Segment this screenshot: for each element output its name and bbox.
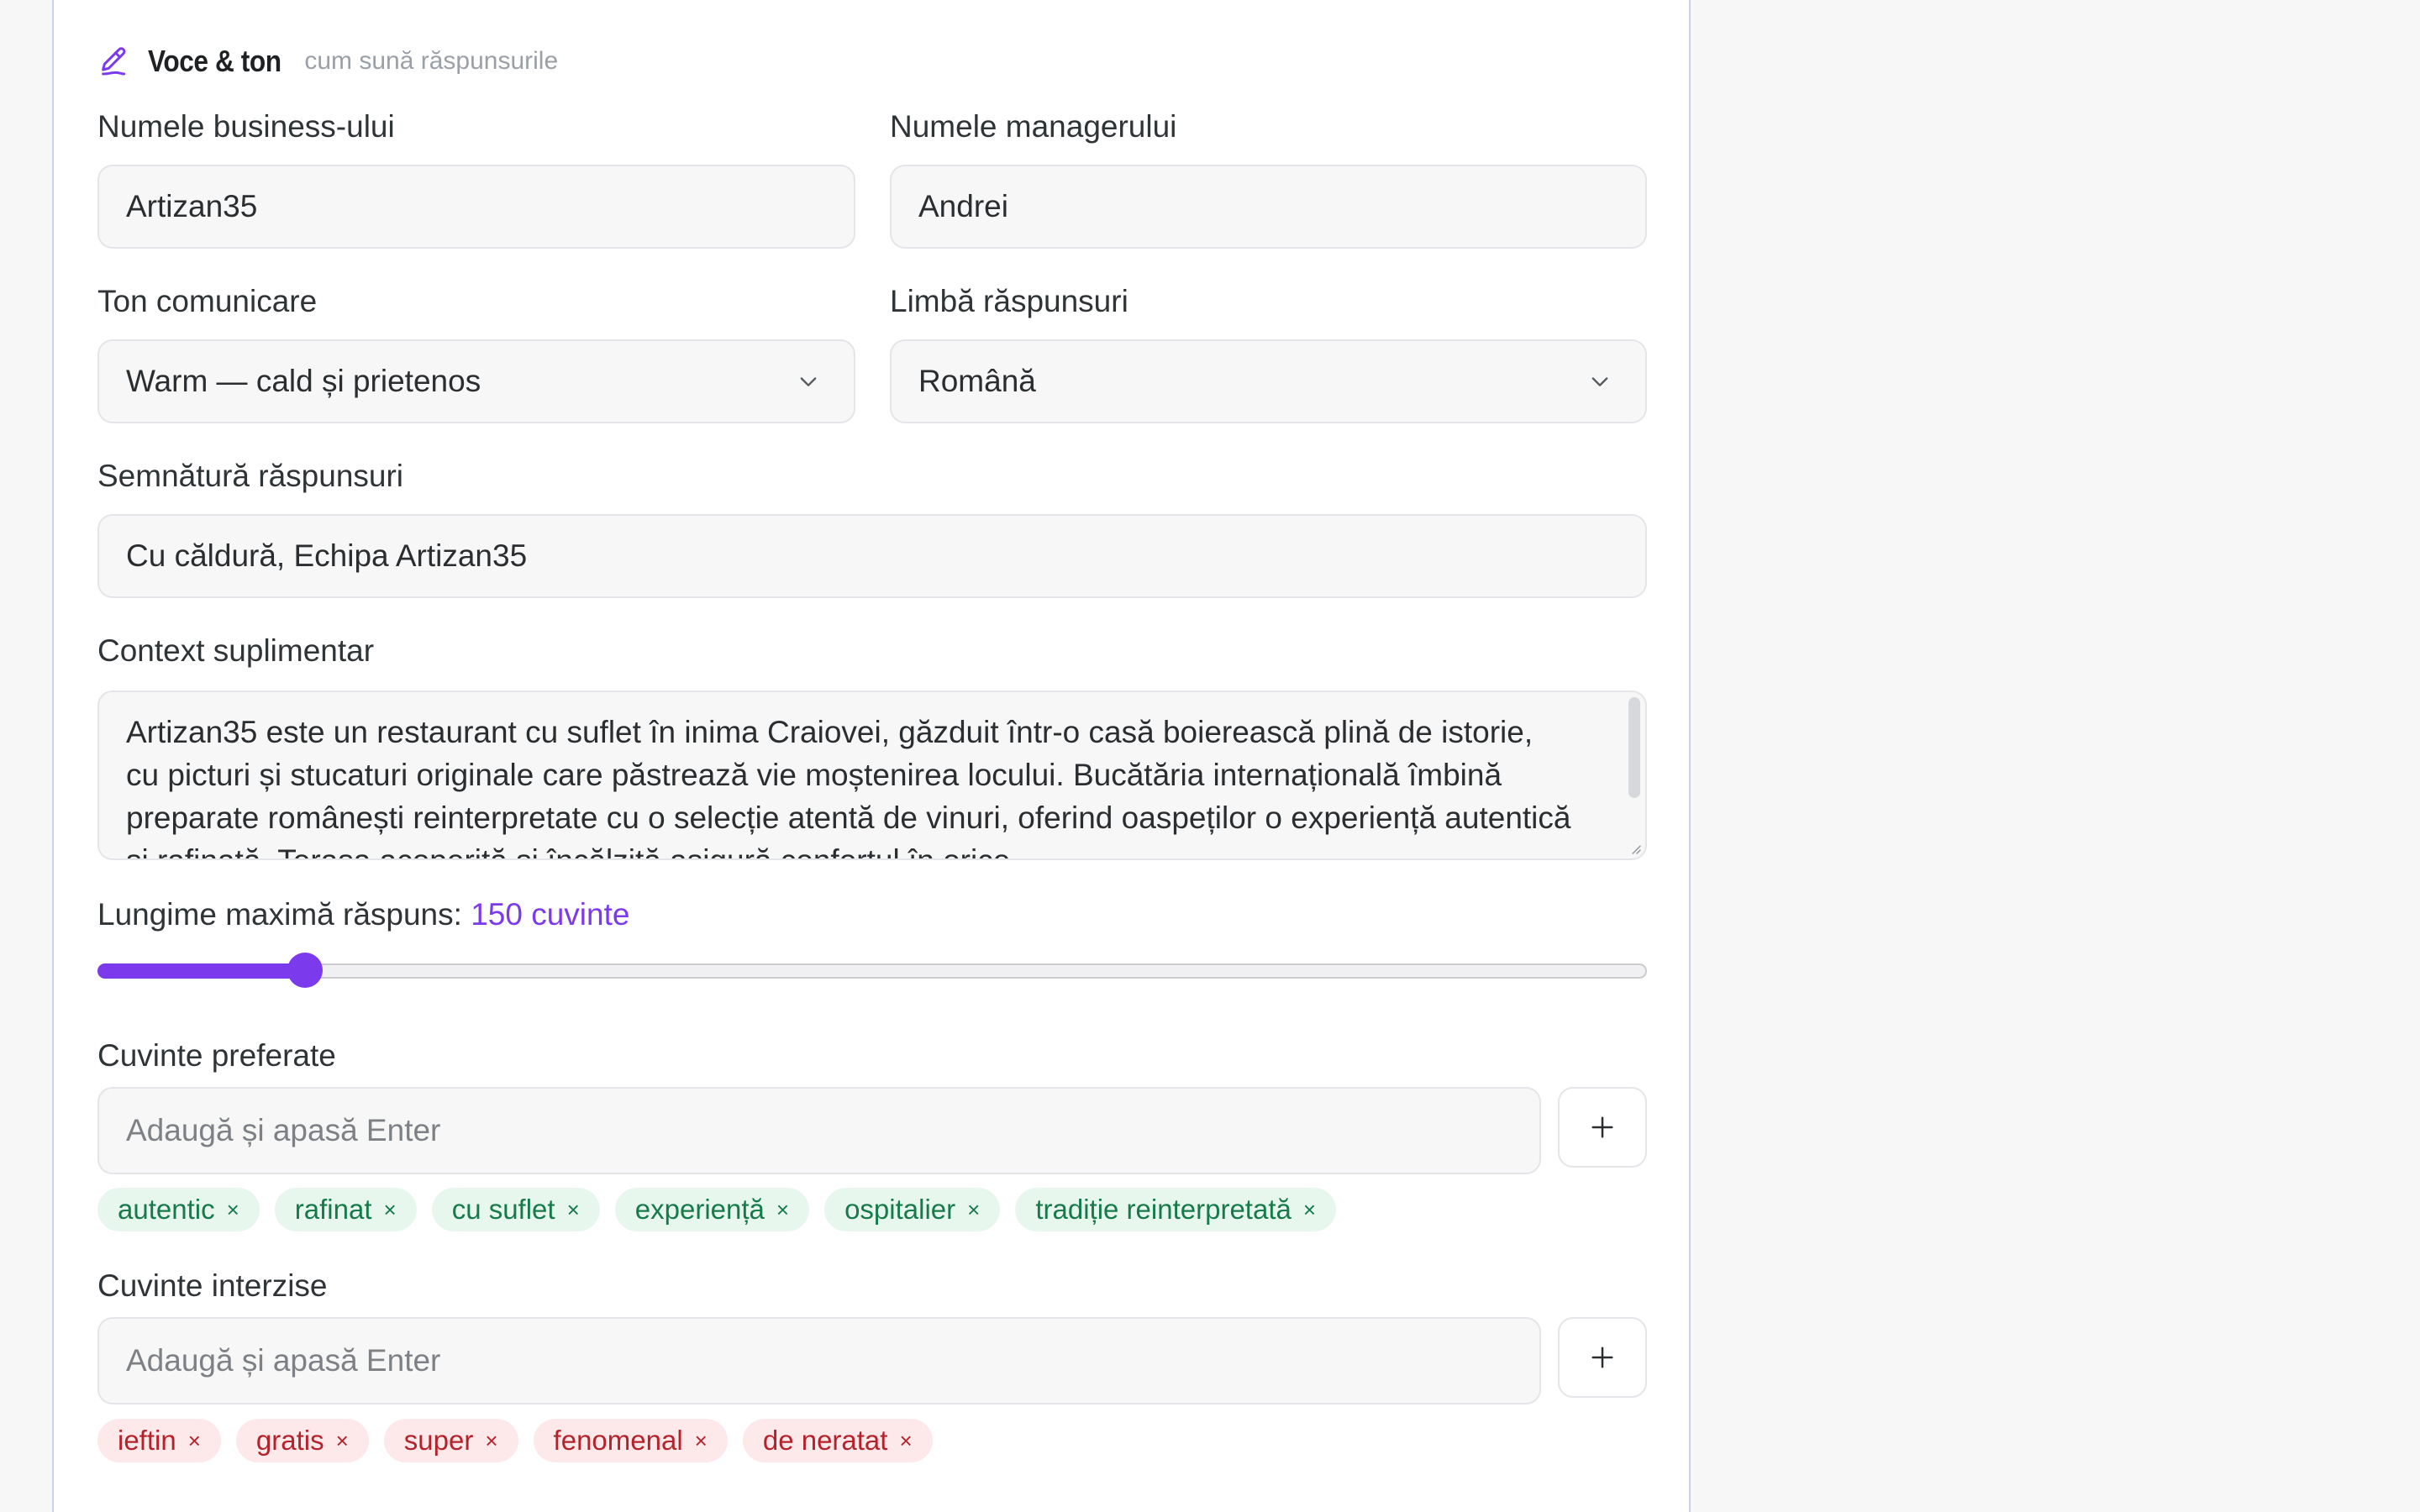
word-chip: fenomenal ×: [533, 1419, 728, 1462]
word-chip: ieftin ×: [97, 1419, 221, 1462]
word-chip-label: tradiție reinterpretată: [1035, 1194, 1292, 1225]
resize-handle-icon[interactable]: [1628, 842, 1642, 855]
language-value: Română: [918, 364, 1036, 398]
manager-name-value: Andrei: [918, 189, 1008, 223]
word-chip: super ×: [383, 1419, 518, 1462]
max-length-label-text: Lungime maximă răspuns:: [97, 897, 462, 932]
tone-label: Ton comunicare: [97, 284, 318, 318]
slider-thumb[interactable]: [287, 953, 323, 988]
word-chip-label: rafinat: [294, 1194, 372, 1225]
section-title: Voce & ton: [148, 44, 281, 78]
context-text: Artizan35 este un restaurant cu suflet î…: [126, 715, 1571, 858]
max-length-slider[interactable]: [97, 949, 1647, 991]
remove-chip-icon[interactable]: ×: [776, 1197, 789, 1223]
remove-chip-icon[interactable]: ×: [567, 1197, 580, 1223]
word-chip-label: autentic: [118, 1194, 215, 1225]
chevron-down-icon: [800, 377, 817, 386]
signature-input[interactable]: Cu căldură, Echipa Artizan35: [97, 514, 1647, 598]
remove-chip-icon[interactable]: ×: [967, 1197, 980, 1223]
pen-icon: [102, 47, 126, 76]
preferred-words-row: Adaugă și apasă Enter: [97, 1087, 1647, 1174]
word-chip-label: gratis: [255, 1425, 324, 1456]
business-name-input[interactable]: Artizan35: [97, 165, 855, 249]
word-chip-label: experiență: [634, 1194, 765, 1225]
add-preferred-word-button[interactable]: [1558, 1087, 1647, 1168]
remove-chip-icon[interactable]: ×: [227, 1197, 239, 1223]
word-chip: rafinat ×: [274, 1188, 417, 1231]
word-chip-label: ieftin: [118, 1425, 176, 1456]
slider-fill: [97, 963, 305, 979]
preferred-words-input[interactable]: Adaugă și apasă Enter: [97, 1087, 1541, 1174]
forbidden-words-row: Adaugă și apasă Enter: [97, 1317, 1647, 1404]
textarea-scrollbar[interactable]: [1628, 697, 1640, 798]
max-length-value: 150 cuvinte: [471, 897, 630, 932]
remove-chip-icon[interactable]: ×: [899, 1428, 912, 1454]
add-forbidden-word-button[interactable]: [1558, 1317, 1647, 1398]
business-name-value: Artizan35: [126, 189, 258, 223]
preferred-words-list: autentic × rafinat × cu suflet × experiență × os…: [97, 1188, 1337, 1231]
word-chip: autentic ×: [97, 1188, 260, 1231]
language-label: Limbă răspunsuri: [890, 284, 1128, 318]
remove-chip-icon[interactable]: ×: [1303, 1197, 1316, 1223]
context-label: Context suplimentar: [97, 633, 375, 668]
business-name-label: Numele business-ului: [97, 109, 395, 144]
manager-name-label: Numele managerului: [890, 109, 1177, 144]
word-chip: experiență ×: [614, 1188, 810, 1231]
plus-icon: [1591, 1116, 1613, 1138]
signature-label: Semnătură răspunsuri: [97, 459, 404, 493]
word-chip-label: fenomenal: [553, 1425, 683, 1456]
forbidden-words-input[interactable]: Adaugă și apasă Enter: [97, 1317, 1541, 1404]
word-chip: ospitalier ×: [824, 1188, 1001, 1231]
remove-chip-icon[interactable]: ×: [695, 1428, 708, 1454]
voice-tone-panel: Voce & ton cum sună răspunsurile Numele …: [52, 0, 1691, 1512]
word-chip: gratis ×: [235, 1419, 369, 1462]
forbidden-words-list: ieftin × gratis × super × fenomenal × de neratat…: [97, 1419, 933, 1462]
section-header: Voce & ton cum sună răspunsurile: [97, 40, 558, 82]
signature-value: Cu căldură, Echipa Artizan35: [126, 538, 528, 573]
word-chip-label: ospitalier: [844, 1194, 956, 1225]
manager-name-input[interactable]: Andrei: [890, 165, 1647, 249]
word-chip: tradiție reinterpretată ×: [1015, 1188, 1337, 1231]
section-subtitle: cum sună răspunsurile: [304, 47, 559, 75]
plus-icon: [1591, 1347, 1613, 1368]
remove-chip-icon[interactable]: ×: [384, 1197, 397, 1223]
preferred-words-placeholder: Adaugă și apasă Enter: [126, 1113, 441, 1147]
word-chip: cu suflet ×: [431, 1188, 600, 1231]
context-textarea[interactable]: Artizan35 este un restaurant cu suflet î…: [97, 690, 1647, 860]
word-chip-label: cu suflet: [451, 1194, 555, 1225]
tone-value: Warm — cald și prietenos: [126, 364, 481, 398]
word-chip-label: super: [403, 1425, 474, 1456]
max-length-label: Lungime maximă răspuns: 150 cuvinte: [97, 897, 629, 932]
word-chip: de neratat ×: [742, 1419, 933, 1462]
chevron-down-icon: [1591, 377, 1608, 386]
remove-chip-icon[interactable]: ×: [188, 1428, 201, 1454]
word-chip-label: de neratat: [762, 1425, 888, 1456]
tone-select[interactable]: Warm — cald și prietenos: [97, 339, 855, 423]
slider-track[interactable]: [97, 963, 1647, 979]
preferred-words-label: Cuvinte preferate: [97, 1038, 336, 1073]
remove-chip-icon[interactable]: ×: [485, 1428, 497, 1454]
forbidden-words-placeholder: Adaugă și apasă Enter: [126, 1343, 441, 1378]
language-select[interactable]: Română: [890, 339, 1647, 423]
remove-chip-icon[interactable]: ×: [336, 1428, 349, 1454]
forbidden-words-label: Cuvinte interzise: [97, 1268, 328, 1303]
